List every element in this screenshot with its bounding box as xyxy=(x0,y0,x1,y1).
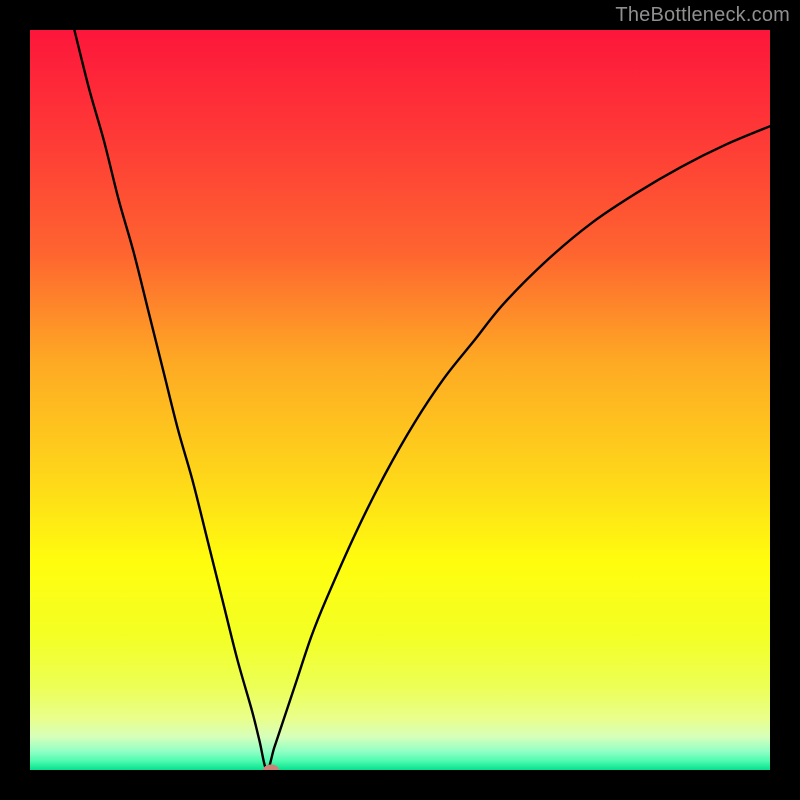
watermark: TheBottleneck.com xyxy=(615,4,790,27)
optimal-marker xyxy=(263,765,279,771)
bottleneck-curve xyxy=(30,30,770,770)
plot-area xyxy=(30,30,770,770)
chart-frame: TheBottleneck.com xyxy=(0,0,800,800)
